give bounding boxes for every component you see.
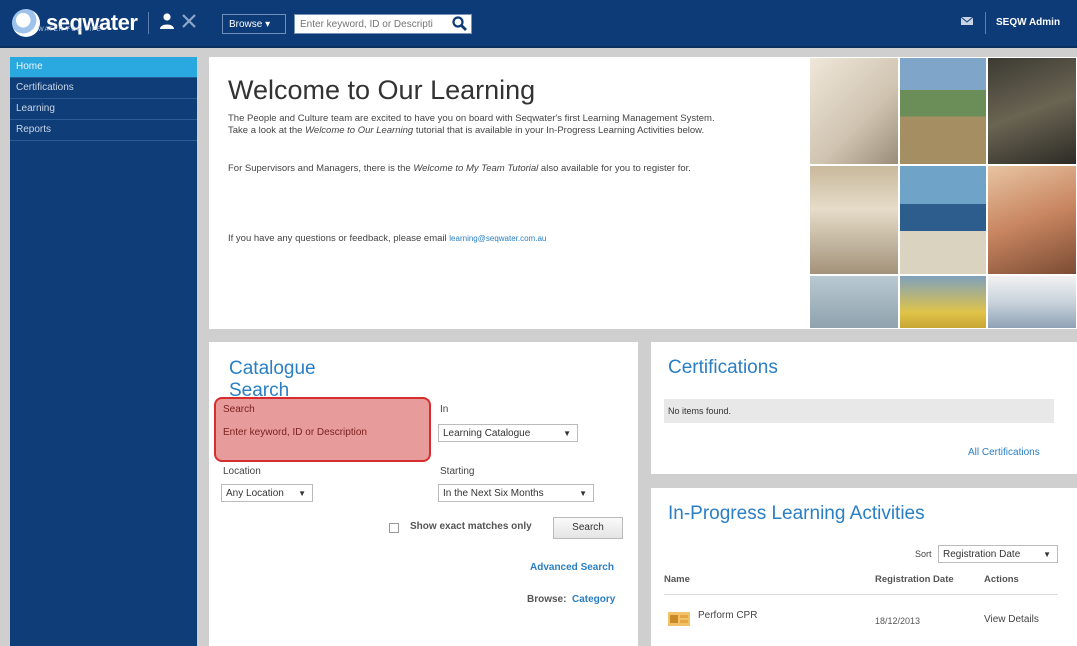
magnifier-icon[interactable] xyxy=(451,15,469,33)
divider xyxy=(664,594,1058,595)
course-link[interactable]: Perform CPR xyxy=(698,610,757,621)
photo-field-worker xyxy=(899,57,987,165)
caret-down-icon: ▼ xyxy=(1043,550,1051,559)
welcome-intro: The People and Culture team are excited … xyxy=(228,113,718,137)
welcome-banner: Welcome to Our Learning The People and C… xyxy=(209,57,1077,329)
browse-label: Browse: xyxy=(527,594,567,605)
logo-mark xyxy=(12,9,40,37)
sidebar-item-certifications[interactable]: Certifications xyxy=(10,78,197,99)
all-certifications-link[interactable]: All Certifications xyxy=(968,447,1040,458)
divider xyxy=(148,12,149,34)
search-button[interactable]: Search xyxy=(553,517,623,539)
welcome-contact: If you have any questions or feedback, p… xyxy=(228,233,718,245)
managers-emphasis: Welcome to My Team Tutorial xyxy=(413,163,539,174)
exact-match-checkbox[interactable] xyxy=(389,523,399,533)
managers-text-end: also available for you to register for. xyxy=(538,163,691,174)
caret-down-icon: ▼ xyxy=(579,489,587,498)
sort-label: Sort xyxy=(915,549,932,559)
photo-technician xyxy=(987,57,1077,165)
in-label: In xyxy=(440,404,449,415)
photo-worker-glasses xyxy=(809,275,899,329)
registration-date: 18/12/2013 xyxy=(875,616,921,626)
photo-smiling-woman xyxy=(987,165,1077,275)
divider xyxy=(985,12,986,34)
managers-text: For Supervisors and Managers, there is t… xyxy=(228,163,414,174)
certifications-empty: No items found. xyxy=(664,399,1054,423)
header-search-box[interactable] xyxy=(294,14,472,34)
intro-text-end: tutorial that is available in your In-Pr… xyxy=(413,125,705,136)
column-actions: Actions xyxy=(984,574,1019,585)
photo-office-worker xyxy=(809,57,899,165)
user-icon[interactable] xyxy=(158,12,176,32)
mail-icon[interactable] xyxy=(960,14,974,28)
welcome-managers: For Supervisors and Managers, there is t… xyxy=(228,163,718,175)
sidebar-item-home[interactable]: Home xyxy=(10,57,197,78)
catalogue-title: Catalogue Search xyxy=(229,358,316,401)
sidebar-item-reports[interactable]: Reports xyxy=(10,120,197,141)
user-menu[interactable]: SEQW Admin xyxy=(996,17,1060,28)
starting-label: Starting xyxy=(440,466,475,477)
caret-down-icon: ▼ xyxy=(563,429,571,438)
course-icon xyxy=(668,612,690,626)
location-select[interactable]: Any Location ▼ xyxy=(221,484,313,502)
photo-collage xyxy=(809,57,1077,329)
view-details-link[interactable]: View Details xyxy=(984,614,1039,625)
sidebar: Home Certifications Learning Reports xyxy=(10,57,197,646)
intro-emphasis: Welcome to Our Learning xyxy=(305,125,414,136)
email-link[interactable]: learning@seqwater.com.au xyxy=(449,234,546,243)
header-search-input[interactable] xyxy=(295,15,450,33)
sort-select[interactable]: Registration Date ▼ xyxy=(938,545,1058,563)
catalogue-scope-select[interactable]: Learning Catalogue ▼ xyxy=(438,424,578,442)
welcome-title: Welcome to Our Learning xyxy=(228,75,536,105)
photo-meeting xyxy=(809,165,899,275)
tools-icon[interactable] xyxy=(180,12,198,32)
sidebar-item-learning[interactable]: Learning xyxy=(10,99,197,120)
search-label: Search xyxy=(223,404,255,415)
location-label: Location xyxy=(223,466,261,477)
exact-match-label: Show exact matches only xyxy=(410,521,532,532)
catalogue-search-input[interactable]: Enter keyword, ID or Description xyxy=(223,427,367,438)
column-name: Name xyxy=(664,574,690,585)
column-registration-date: Registration Date xyxy=(875,574,954,585)
photo-hard-hat xyxy=(987,275,1077,329)
top-bar: seqwater WATER FOR LIFE Browse ▾ SEQW Ad… xyxy=(0,0,1077,48)
certifications-title: Certifications xyxy=(668,357,778,378)
caret-down-icon: ▼ xyxy=(298,489,306,498)
photo-boat xyxy=(899,165,987,275)
category-link[interactable]: Category xyxy=(572,594,615,605)
browse-button[interactable]: Browse ▾ xyxy=(222,14,286,34)
in-progress-title: In-Progress Learning Activities xyxy=(668,503,925,524)
starting-value: In the Next Six Months xyxy=(443,488,544,499)
advanced-search-link[interactable]: Advanced Search xyxy=(530,562,614,573)
table-row: Perform CPR 18/12/2013 View Details xyxy=(664,602,1058,632)
contact-text: If you have any questions or feedback, p… xyxy=(228,233,450,244)
seqwater-logo[interactable]: seqwater xyxy=(12,8,138,38)
photo-high-vis xyxy=(899,275,987,329)
scope-value: Learning Catalogue xyxy=(443,428,531,439)
sort-value: Registration Date xyxy=(943,549,1021,560)
starting-select[interactable]: In the Next Six Months ▼ xyxy=(438,484,594,502)
location-value: Any Location xyxy=(226,488,284,499)
logo-subtitle: WATER FOR LIFE xyxy=(38,27,102,33)
